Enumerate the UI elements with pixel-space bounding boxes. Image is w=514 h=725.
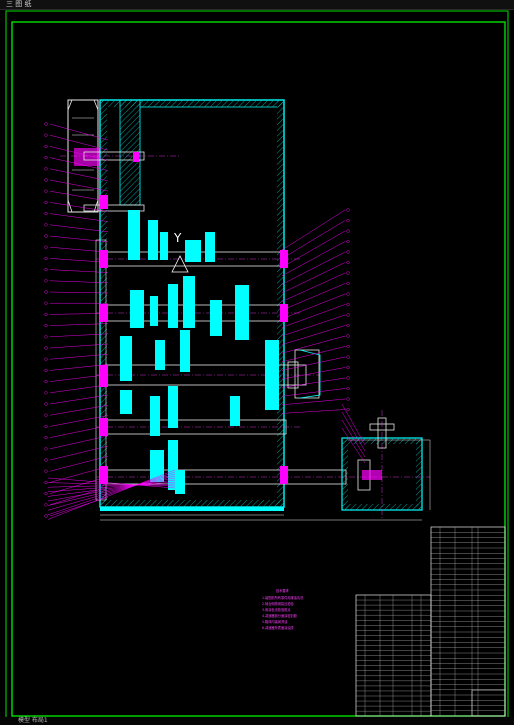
balloon bbox=[44, 245, 48, 249]
balloon bbox=[44, 200, 48, 204]
balloon-numbers bbox=[44, 122, 350, 518]
balloon bbox=[44, 368, 48, 372]
balloon bbox=[44, 234, 48, 238]
balloon bbox=[44, 503, 48, 507]
balloon bbox=[44, 268, 48, 272]
balloon bbox=[346, 302, 350, 307]
leader-line bbox=[281, 241, 346, 276]
leader-line bbox=[281, 335, 346, 354]
leader-line bbox=[281, 314, 346, 337]
leader-line bbox=[281, 230, 346, 268]
bevel-gearbox bbox=[341, 410, 423, 520]
balloon bbox=[44, 301, 48, 305]
leader-line bbox=[47, 469, 176, 520]
leader-line bbox=[281, 409, 346, 414]
title-block bbox=[430, 526, 506, 717]
balloon bbox=[44, 312, 48, 316]
balloon bbox=[44, 402, 48, 406]
balloon bbox=[346, 365, 350, 370]
view-marker-label: Y bbox=[173, 231, 182, 245]
gears bbox=[120, 210, 279, 494]
balloon bbox=[346, 292, 350, 296]
balloon bbox=[44, 178, 48, 182]
balloon bbox=[346, 250, 350, 254]
leader-line bbox=[281, 356, 346, 371]
leader-line bbox=[281, 398, 346, 406]
balloon bbox=[346, 386, 350, 391]
note-5: 5.箱体内装润滑油 bbox=[262, 619, 287, 624]
balloon bbox=[44, 357, 48, 361]
balloon bbox=[346, 239, 350, 244]
leader-line bbox=[281, 262, 346, 294]
balloon bbox=[44, 279, 48, 283]
balloon bbox=[44, 122, 48, 126]
note-1: 1.装配前所有零件用煤油清洗 bbox=[262, 595, 304, 600]
balloon bbox=[44, 212, 48, 216]
leader-line bbox=[281, 388, 346, 397]
balloon bbox=[44, 480, 48, 484]
balloon bbox=[44, 424, 48, 428]
leader-line bbox=[47, 479, 176, 497]
balloon bbox=[44, 380, 48, 384]
note-4: 4.减速器剖分面涂密封胶 bbox=[262, 613, 298, 618]
balloon bbox=[346, 344, 350, 349]
balloon bbox=[44, 223, 48, 227]
coupling bbox=[287, 349, 321, 399]
layout-tabs: 模型 布局1 bbox=[18, 717, 48, 724]
balloon bbox=[44, 133, 48, 137]
balloon bbox=[44, 256, 48, 260]
cad-drawing-canvas[interactable]: Y 技术要求 1.装配前所有零件用煤油清洗 2.啮合侧隙用铅丝检验 3.用涂色法… bbox=[0, 0, 514, 725]
balloon bbox=[346, 229, 350, 233]
balloon bbox=[346, 271, 350, 275]
balloon bbox=[44, 391, 48, 395]
note-2: 2.啮合侧隙用铅丝检验 bbox=[262, 601, 295, 606]
balloon bbox=[44, 469, 48, 473]
leader-line bbox=[281, 209, 346, 251]
balloon bbox=[346, 397, 350, 401]
balloon bbox=[346, 334, 350, 338]
technical-notes: 技术要求 1.装配前所有零件用煤油清洗 2.啮合侧隙用铅丝检验 3.用涂色法检验… bbox=[262, 588, 304, 630]
leader-line bbox=[281, 304, 346, 328]
balloon bbox=[44, 514, 48, 518]
leader-line bbox=[281, 251, 346, 285]
leader-line bbox=[281, 325, 346, 345]
parts-list-table bbox=[355, 594, 432, 717]
status-bar: 模型 布局1 bbox=[0, 717, 514, 725]
balloon bbox=[44, 458, 48, 462]
leader-line bbox=[281, 377, 346, 388]
balloon bbox=[346, 355, 350, 359]
notes-title: 技术要求 bbox=[276, 588, 290, 593]
balloon bbox=[44, 346, 48, 350]
balloon bbox=[346, 208, 350, 212]
outer-border bbox=[5, 10, 509, 719]
leader-line bbox=[47, 477, 176, 502]
balloon bbox=[346, 407, 350, 412]
balloon bbox=[44, 144, 48, 148]
balloon bbox=[44, 167, 48, 171]
balloon bbox=[44, 156, 48, 160]
balloon bbox=[44, 413, 48, 417]
balloon bbox=[44, 436, 48, 440]
balloon bbox=[346, 376, 350, 380]
leader-lines bbox=[47, 123, 366, 520]
note-3: 3.用涂色法检验斑点 bbox=[262, 607, 291, 612]
leader-line bbox=[281, 346, 346, 363]
balloon bbox=[346, 260, 350, 265]
balloon bbox=[346, 313, 350, 317]
balloon bbox=[44, 324, 48, 328]
leader-line bbox=[281, 220, 346, 259]
note-6: 6.减速器外表面涂油漆 bbox=[262, 625, 295, 630]
balloon bbox=[44, 335, 48, 339]
balloon bbox=[346, 323, 350, 328]
balloon bbox=[44, 189, 48, 193]
balloon bbox=[346, 281, 350, 286]
leader-line bbox=[281, 367, 346, 380]
balloon bbox=[44, 492, 48, 496]
balloon bbox=[346, 218, 350, 223]
balloon bbox=[44, 290, 48, 294]
balloon bbox=[44, 447, 48, 451]
